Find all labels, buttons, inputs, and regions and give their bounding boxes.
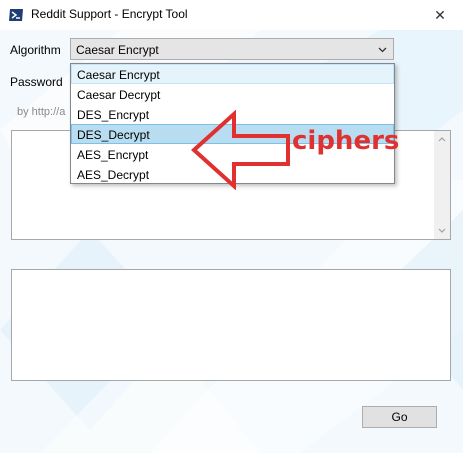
powershell-icon xyxy=(9,9,23,21)
annotation-arrow-icon xyxy=(191,110,290,190)
close-icon: ✕ xyxy=(434,6,446,23)
output-textbox[interactable] xyxy=(11,269,451,381)
input-scrollbar[interactable] xyxy=(434,131,450,239)
option-caesar-decrypt[interactable]: Caesar Decrypt xyxy=(71,84,394,104)
title-bar: Reddit Support - Encrypt Tool ✕ xyxy=(0,0,463,31)
algorithm-selected-value: Caesar Encrypt xyxy=(76,43,159,57)
hint-text: by http://a xyxy=(17,106,66,118)
close-button[interactable]: ✕ xyxy=(417,0,463,30)
client-area: Algorithm Caesar Encrypt Password by htt… xyxy=(0,30,463,453)
option-caesar-encrypt[interactable]: Caesar Encrypt xyxy=(71,64,394,84)
scroll-up-icon[interactable] xyxy=(434,131,450,147)
scroll-down-icon[interactable] xyxy=(434,223,450,239)
window-title: Reddit Support - Encrypt Tool xyxy=(31,7,188,21)
algorithm-label: Algorithm xyxy=(10,43,61,57)
password-label: Password xyxy=(10,75,63,89)
chevron-down-icon xyxy=(378,47,387,53)
algorithm-combobox[interactable]: Caesar Encrypt xyxy=(70,38,394,60)
go-button[interactable]: Go xyxy=(362,406,437,428)
annotation-label: ciphers xyxy=(292,126,400,156)
